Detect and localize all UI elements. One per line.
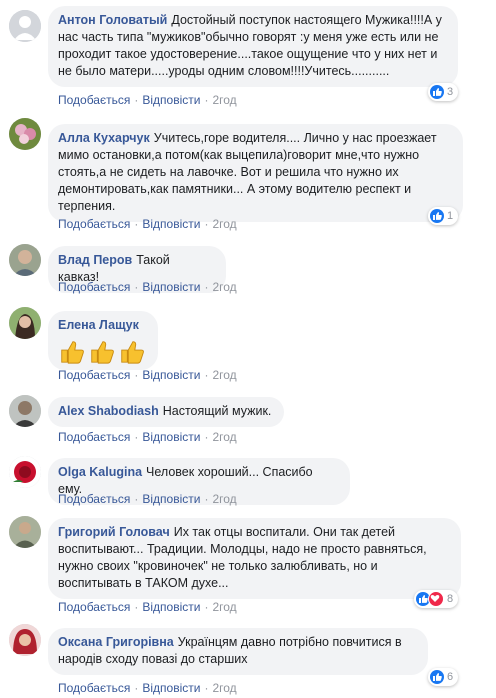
comment-bubble: Григорий Головач Их так отцы воспитали. О…: [48, 518, 461, 599]
comment-author[interactable]: Влад Перов: [58, 253, 132, 267]
reply-link[interactable]: Відповісти: [142, 280, 200, 294]
reply-link[interactable]: Відповісти: [142, 217, 200, 231]
timestamp[interactable]: 2год: [212, 600, 236, 614]
like-link[interactable]: Подобається: [58, 368, 130, 382]
reply-link[interactable]: Відповісти: [142, 681, 200, 695]
like-link[interactable]: Подобається: [58, 681, 130, 695]
like-link[interactable]: Подобається: [58, 430, 130, 444]
reply-link[interactable]: Відповісти: [142, 93, 200, 107]
reaction-count[interactable]: 3: [428, 83, 459, 101]
like-reaction-icon: [430, 670, 444, 684]
comment-bubble: Антон Головатый Достойный поступок настоя…: [48, 6, 458, 87]
reaction-count[interactable]: 6: [428, 668, 459, 686]
thumbs-up-icon: [121, 341, 144, 364]
comment-actions: Подобається · Відповісти · 2год: [58, 492, 237, 506]
comment-bubble: Алла Кухарчук Учитесь,горе водителя.... Л…: [48, 124, 463, 222]
comment-author[interactable]: Alex Shabodiash: [58, 404, 159, 418]
like-link[interactable]: Подобається: [58, 93, 130, 107]
like-reaction-icon: [430, 85, 444, 99]
reaction-count[interactable]: 8: [414, 590, 459, 608]
comment-author[interactable]: Антон Головатый: [58, 13, 167, 27]
comment-actions: Подобається · Відповісти · 2год: [58, 681, 237, 695]
like-link[interactable]: Подобається: [58, 492, 130, 506]
like-link[interactable]: Подобається: [58, 217, 130, 231]
comment-author[interactable]: Оксана Григорівна: [58, 635, 174, 649]
comment-bubble: Alex Shabodiash Настоящий мужик.: [48, 397, 284, 427]
emoji-row: [58, 336, 146, 366]
timestamp[interactable]: 2год: [212, 93, 236, 107]
comment-author[interactable]: Olga Kalugina: [58, 465, 142, 479]
comment-actions: Подобається · Відповісти · 2год: [58, 217, 237, 231]
comment-actions: Подобається · Відповісти · 2год: [58, 368, 237, 382]
avatar[interactable]: [9, 10, 41, 42]
comment-actions: Подобається · Відповісти · 2год: [58, 93, 237, 107]
reply-link[interactable]: Відповісти: [142, 368, 200, 382]
comment-bubble: Елена Лащук: [48, 311, 158, 370]
comment-bubble: Оксана Григорівна Українцям давно потрібн…: [48, 628, 428, 675]
avatar[interactable]: [9, 624, 41, 656]
avatar[interactable]: [9, 307, 41, 339]
comment-author[interactable]: Алла Кухарчук: [58, 131, 150, 145]
like-link[interactable]: Подобається: [58, 280, 130, 294]
comment-actions: Подобається · Відповісти · 2год: [58, 280, 237, 294]
timestamp[interactable]: 2год: [212, 492, 236, 506]
timestamp[interactable]: 2год: [212, 217, 236, 231]
love-reaction-icon: [428, 591, 444, 607]
reply-link[interactable]: Відповісти: [142, 430, 200, 444]
reaction-count[interactable]: 1: [428, 207, 459, 225]
avatar[interactable]: [9, 118, 41, 150]
avatar[interactable]: [9, 244, 41, 276]
thumbs-up-icon: [61, 341, 84, 364]
timestamp[interactable]: 2год: [212, 430, 236, 444]
avatar[interactable]: [9, 395, 41, 427]
comment-text: Настоящий мужик.: [162, 404, 272, 418]
timestamp[interactable]: 2год: [212, 280, 236, 294]
reply-link[interactable]: Відповісти: [142, 492, 200, 506]
comment-actions: Подобається · Відповісти · 2год: [58, 430, 237, 444]
avatar[interactable]: [9, 516, 41, 548]
avatar[interactable]: [9, 456, 41, 488]
thumbs-up-icon: [91, 341, 114, 364]
like-link[interactable]: Подобається: [58, 600, 130, 614]
timestamp[interactable]: 2год: [212, 681, 236, 695]
comment-author[interactable]: Григорий Головач: [58, 525, 170, 539]
reply-link[interactable]: Відповісти: [142, 600, 200, 614]
comment-author[interactable]: Елена Лащук: [58, 318, 139, 332]
comment-actions: Подобається · Відповісти · 2год: [58, 600, 237, 614]
timestamp[interactable]: 2год: [212, 368, 236, 382]
like-reaction-icon: [430, 209, 444, 223]
